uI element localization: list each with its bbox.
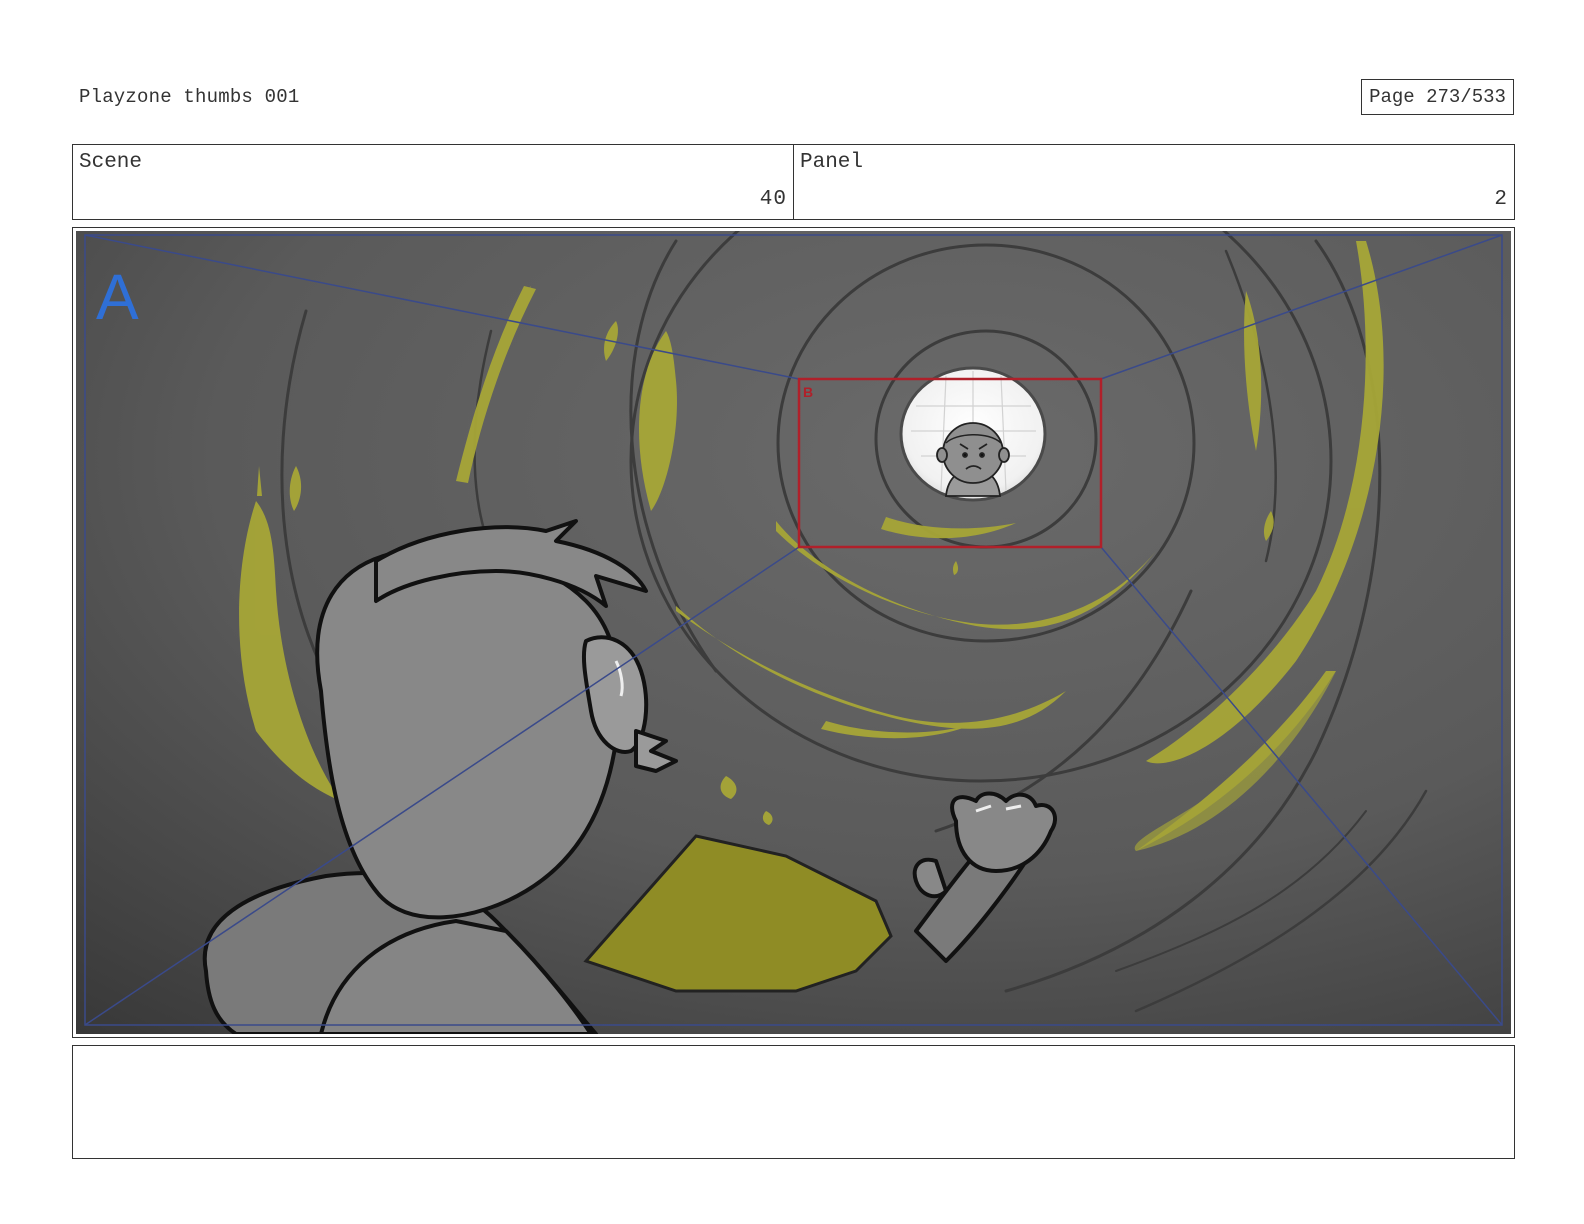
scene-cell: Scene 40 xyxy=(73,145,793,219)
storyboard-drawing: A B xyxy=(76,231,1511,1034)
camera-a-label: A xyxy=(96,261,139,333)
panel-cell: Panel 2 xyxy=(793,145,1514,219)
page-counter: Page 273/533 xyxy=(1361,79,1514,115)
scene-panel-info: Scene 40 Panel 2 xyxy=(72,144,1515,220)
storyboard-frame: A B xyxy=(72,227,1515,1038)
panel-label: Panel xyxy=(800,151,864,174)
camera-b-label: B xyxy=(803,384,813,400)
scene-number: 40 xyxy=(759,188,787,211)
notes-box xyxy=(72,1045,1515,1159)
panel-number: 2 xyxy=(1494,188,1508,211)
document-title: Playzone thumbs 001 xyxy=(79,86,300,108)
scene-label: Scene xyxy=(79,151,143,174)
